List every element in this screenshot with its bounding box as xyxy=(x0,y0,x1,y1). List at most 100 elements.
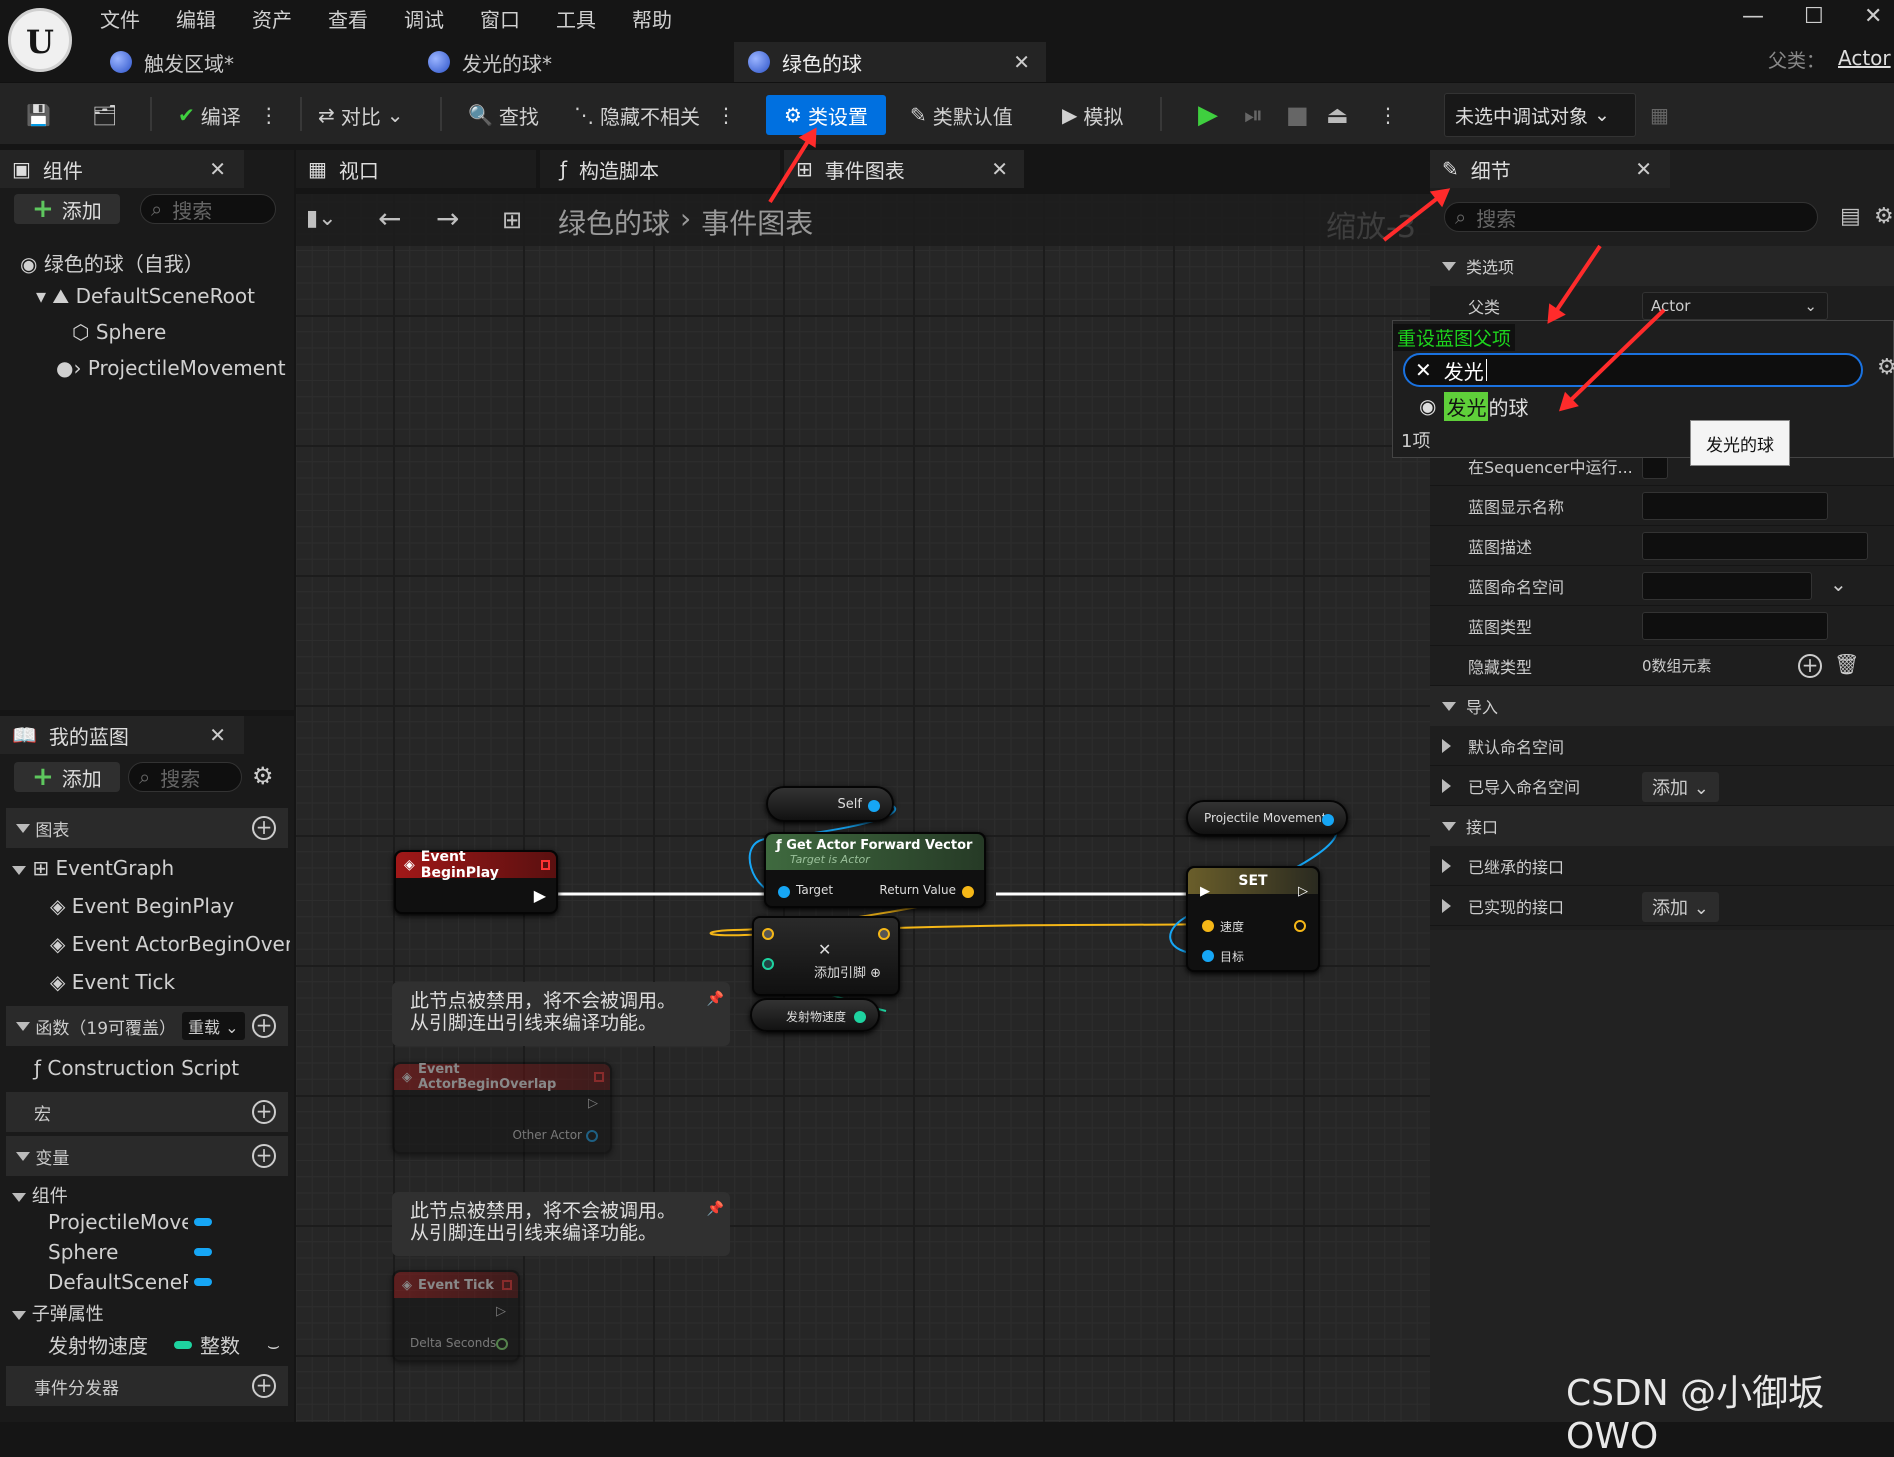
add-dispatcher-icon[interactable]: + xyxy=(252,1374,276,1398)
node-event-actor-begin-overlap[interactable]: ◈ Event ActorBeginOverlap ▷ Other Actor xyxy=(392,1062,612,1154)
section-dispatchers[interactable]: 事件分发器 + xyxy=(6,1366,288,1406)
tab-viewport[interactable]: ▦ 视口 xyxy=(296,150,536,188)
eye-closed-icon[interactable]: ⌣ xyxy=(267,1333,280,1357)
settings-gear-icon[interactable]: ⚙ xyxy=(1877,355,1894,380)
settings-gear-icon[interactable]: ⚙ xyxy=(1874,204,1894,229)
menu-view[interactable]: 查看 xyxy=(328,4,368,33)
display-name-input[interactable] xyxy=(1642,491,1828,520)
speed-in-pin[interactable] xyxy=(1202,920,1214,932)
node-projectile-movement[interactable]: Projectile Movement xyxy=(1186,800,1348,836)
vector-in-pin[interactable] xyxy=(762,928,774,940)
construction-script-item[interactable]: ƒ Construction Script xyxy=(34,1056,239,1080)
section-functions[interactable]: 函数（19可覆盖） 重载 ⌄ + xyxy=(6,1006,288,1046)
delegate-pin[interactable] xyxy=(540,860,550,870)
add-graph-icon[interactable]: + xyxy=(252,816,276,840)
menu-help[interactable]: 帮助 xyxy=(632,4,672,33)
compile-button[interactable]: ✔ 编译 ⋮ xyxy=(172,95,285,135)
reparent-result-item[interactable]: ◉ 发光 的球 xyxy=(1393,389,1894,423)
tab-trigger-area[interactable]: 触发区域* xyxy=(96,42,396,82)
component-root[interactable]: ◉ 绿色的球（自我） xyxy=(20,248,204,277)
node-get-actor-forward-vector[interactable]: ƒ Get Actor Forward Vector Target is Act… xyxy=(764,832,986,908)
close-icon[interactable]: ✕ xyxy=(209,723,226,747)
row-default-namespace[interactable]: 默认命名空间 xyxy=(1430,726,1894,766)
add-element-icon[interactable]: + xyxy=(1798,654,1822,678)
components-tab[interactable]: ▣ 组件 ✕ xyxy=(0,150,244,188)
section-macros[interactable]: 宏 + xyxy=(6,1092,288,1132)
eject-icon[interactable]: ⏏ xyxy=(1320,95,1355,135)
target-pin[interactable] xyxy=(1202,950,1214,962)
more-icon[interactable]: ⋮ xyxy=(1372,95,1404,135)
close-icon[interactable]: ✕ xyxy=(991,157,1008,181)
node-multiply[interactable]: ✕ 添加引脚 ⊕ xyxy=(752,916,900,996)
tab-green-ball[interactable]: 绿色的球 ✕ xyxy=(734,42,1046,82)
variable-launch-speed[interactable]: 发射物速度 整数 ⌣ xyxy=(48,1330,288,1359)
delta-seconds-pin[interactable] xyxy=(496,1338,508,1350)
add-variable-icon[interactable]: + xyxy=(252,1144,276,1168)
hide-unrelated-button[interactable]: ⋱ 隐藏不相关 ⋮ xyxy=(568,95,742,135)
play-icon[interactable]: ▶ xyxy=(1192,95,1224,135)
add-member-button[interactable]: + 添加 xyxy=(14,762,120,792)
exec-out-pin[interactable]: ▷ xyxy=(588,1096,598,1111)
close-icon[interactable]: ✕ xyxy=(209,157,226,181)
find-button[interactable]: 🔍 查找 xyxy=(462,95,545,135)
object-out-pin[interactable] xyxy=(868,800,880,812)
class-defaults-button[interactable]: ✎ 类默认值 xyxy=(904,95,1019,135)
row-inherited-interfaces[interactable]: 已继承的接口 xyxy=(1430,846,1894,886)
exec-in-pin[interactable]: ▶ xyxy=(1200,884,1210,899)
my-blueprint-search-input[interactable]: ⌕ 搜索 xyxy=(128,762,242,792)
node-event-beginplay[interactable]: ◈ Event BeginPlay ▶ xyxy=(394,849,558,914)
add-macro-icon[interactable]: + xyxy=(252,1100,276,1124)
menu-debug[interactable]: 调试 xyxy=(404,4,444,33)
node-self[interactable]: Self xyxy=(766,786,894,822)
my-blueprint-tab[interactable]: 📖 我的蓝图 ✕ xyxy=(0,716,244,754)
description-input[interactable] xyxy=(1642,531,1868,560)
class-settings-button[interactable]: ⚙ 类设置 xyxy=(766,95,886,135)
stop-icon[interactable]: ■ xyxy=(1280,95,1315,135)
add-function-icon[interactable]: + xyxy=(252,1014,276,1038)
pin-icon[interactable]: 📌 xyxy=(707,1198,724,1220)
more-icon[interactable]: ⋮ xyxy=(259,103,279,127)
back-arrow-icon[interactable]: ← xyxy=(378,202,401,235)
row-imported-namespace[interactable]: 已导入命名空间 添加 ⌄ xyxy=(1430,766,1894,806)
step-icon[interactable]: ⏯ xyxy=(1238,95,1269,135)
chevron-down-icon[interactable]: ⌄ xyxy=(1830,572,1847,596)
section-graphs[interactable]: 图表 + xyxy=(6,808,288,848)
save-icon[interactable]: 💾 xyxy=(20,95,57,135)
components-search-input[interactable]: ⌕ 搜索 xyxy=(140,194,276,224)
parent-class-link[interactable]: Actor xyxy=(1838,46,1891,70)
diff-button[interactable]: ⇄ 对比 ⌄ xyxy=(312,95,410,135)
node-set[interactable]: SET ▶ ▷ 速度 目标 xyxy=(1186,866,1320,972)
section-interfaces[interactable]: 接口 xyxy=(1430,806,1894,846)
namespace-input[interactable] xyxy=(1642,571,1812,600)
exec-out-pin[interactable]: ▶ xyxy=(534,886,546,905)
integer-in-pin[interactable] xyxy=(762,958,774,970)
integer-out-pin[interactable] xyxy=(854,1011,866,1023)
row-implemented-interfaces[interactable]: 已实现的接口 添加 ⌄ xyxy=(1430,886,1894,926)
section-class-options[interactable]: 类选项 xyxy=(1430,246,1894,286)
section-imports[interactable]: 导入 xyxy=(1430,686,1894,726)
clear-icon[interactable]: ✕ xyxy=(1415,358,1432,382)
details-search-input[interactable]: ⌕ 搜索 xyxy=(1444,202,1818,232)
bookmark-icon[interactable]: ▮⌄ xyxy=(306,206,337,231)
table-view-icon[interactable]: ▤ xyxy=(1840,204,1861,229)
exec-out-pin[interactable]: ▷ xyxy=(496,1304,506,1319)
node-event-tick[interactable]: ◈ Event Tick ▷ Delta Seconds xyxy=(392,1270,520,1362)
forward-arrow-icon[interactable]: → xyxy=(436,202,459,235)
add-interface-button[interactable]: 添加 ⌄ xyxy=(1642,892,1719,922)
add-pin-button[interactable]: 添加引脚 ⊕ xyxy=(814,962,881,981)
component-default-scene-root[interactable]: ▾ ⛰ DefaultSceneRoot xyxy=(36,284,255,308)
close-window-icon[interactable]: ✕ xyxy=(1864,4,1882,29)
minimize-icon[interactable]: — xyxy=(1742,4,1764,29)
target-pin[interactable] xyxy=(778,886,790,898)
pin-icon[interactable]: 📌 xyxy=(707,988,724,1010)
node-launch-speed[interactable]: 发射物速度 xyxy=(750,998,880,1032)
settings-gear-icon[interactable]: ⚙ xyxy=(252,762,274,790)
debug-filter-icon[interactable]: ▦ xyxy=(1644,95,1675,135)
trash-icon[interactable]: 🗑 xyxy=(1834,652,1859,676)
menu-edit[interactable]: 编辑 xyxy=(176,4,216,33)
return-value-pin[interactable] xyxy=(962,886,974,898)
browse-icon[interactable]: 🗂 xyxy=(86,95,123,135)
menu-file[interactable]: 文件 xyxy=(100,4,140,33)
variable-sphere[interactable]: Sphere xyxy=(48,1240,288,1264)
debug-target-select[interactable]: 未选中调试对象 ⌄ xyxy=(1444,93,1636,137)
